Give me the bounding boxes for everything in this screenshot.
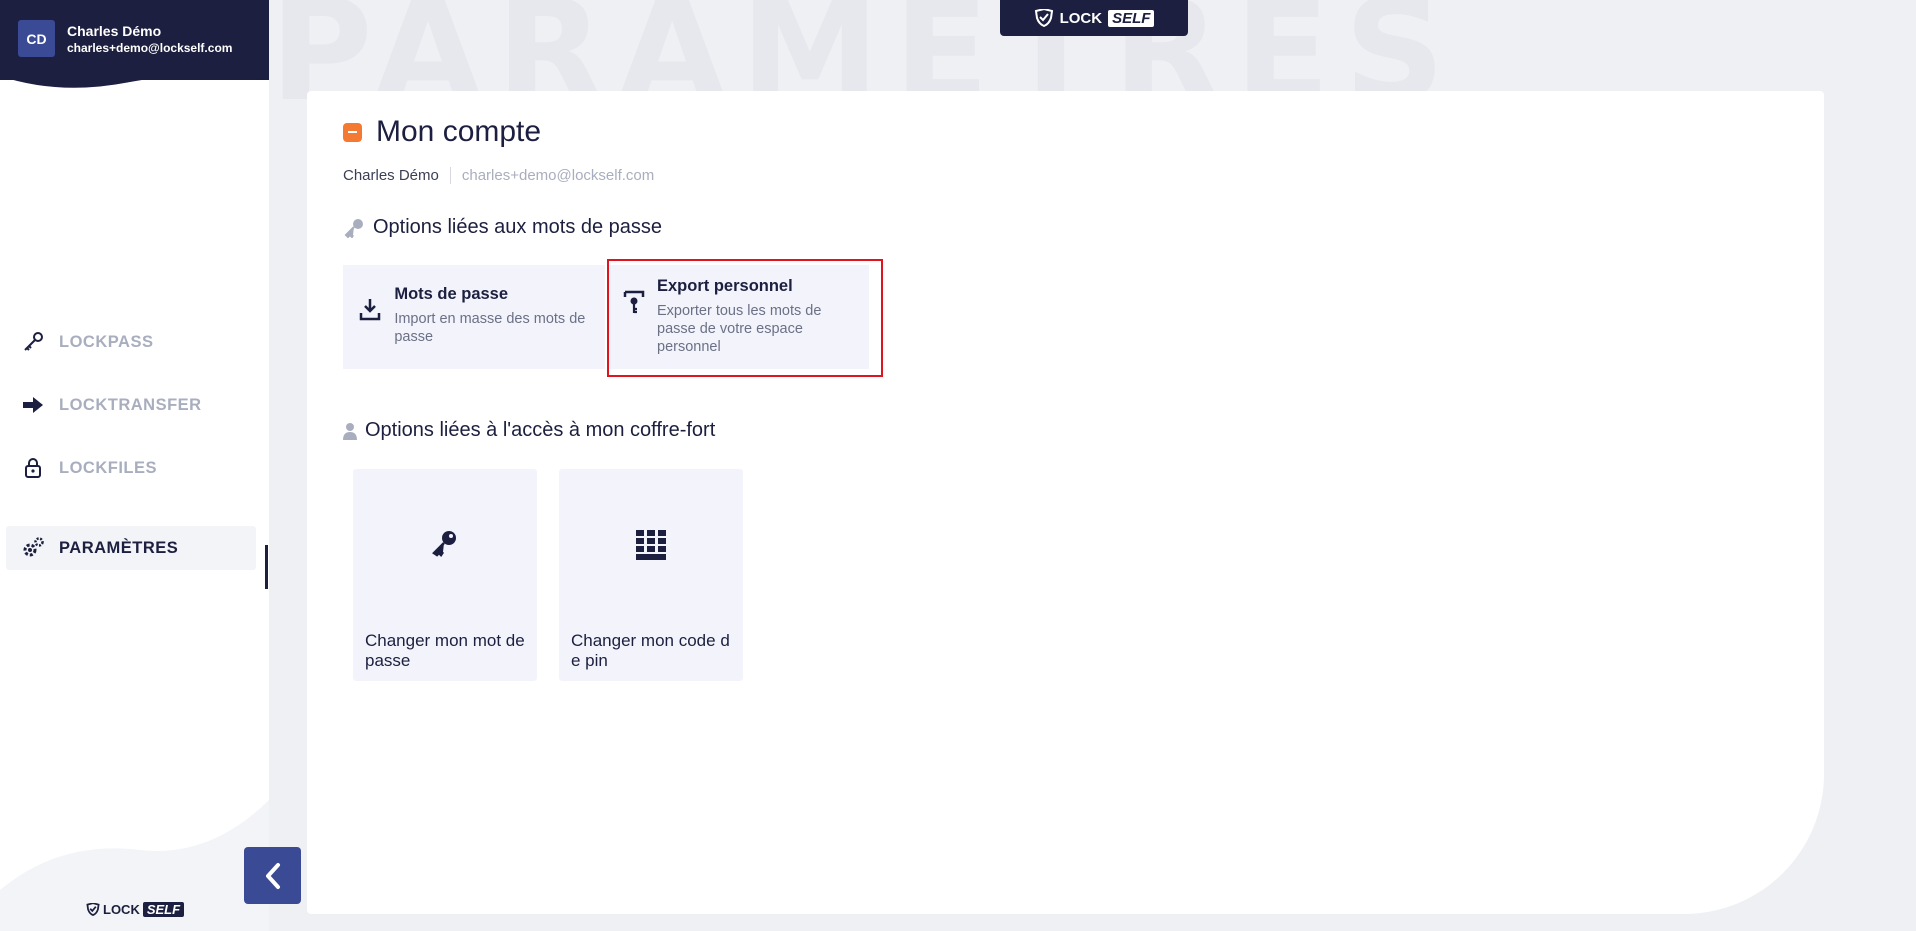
sidebar-header-wave — [0, 60, 269, 88]
user-icon — [343, 422, 357, 440]
tile-label: Changer mon code de pin — [571, 631, 730, 670]
card-description: Exporter tous les mots de passe de votre… — [657, 303, 822, 355]
avatar: CD — [18, 20, 55, 57]
account-user-name: Charles Démo — [343, 167, 451, 184]
minus-badge-icon — [343, 122, 362, 142]
tile-label: Changer mon mot de passe — [365, 631, 525, 670]
account-user-line: Charles Démo charles+demo@lockself.com — [343, 167, 654, 184]
main-card: Mon compte Charles Démo charles+demo@loc… — [307, 91, 1824, 914]
logo-lock-text: LOCK — [103, 902, 140, 917]
sidebar-item-label: LOCKPASS — [59, 332, 154, 351]
keypad-icon — [559, 529, 743, 561]
lockself-shield-icon — [86, 903, 100, 916]
gears-icon — [20, 535, 46, 561]
change-pin-tile[interactable]: Changer mon code de pin — [559, 469, 743, 681]
logo-lock-text: LOCK — [1059, 9, 1103, 27]
page-title-text: Mon compte — [376, 115, 542, 148]
section-title-text: Options liées à l'accès à mon coffre-for… — [365, 419, 716, 441]
active-nav-indicator — [265, 545, 268, 589]
sidebar-item-locktransfer[interactable]: LOCKTRANSFER — [0, 383, 269, 427]
arrow-right-icon — [20, 392, 46, 418]
card-title: Mots de passe — [394, 285, 509, 303]
section-title-passwords: Options liées aux mots de passe — [343, 216, 662, 239]
sidebar-item-label: PARAMÈTRES — [59, 538, 179, 557]
change-password-tile[interactable]: Changer mon mot de passe — [353, 469, 537, 681]
import-passwords-card[interactable]: Mots de passe Import en masse des mots d… — [343, 265, 605, 369]
sidebar-item-lockpass[interactable]: LOCKPASS — [0, 320, 269, 364]
key-icon — [353, 529, 537, 557]
sidebar-item-parametres[interactable]: PARAMÈTRES — [6, 526, 256, 570]
top-logo: LOCK SELF — [1000, 0, 1188, 36]
page-title: Mon compte — [343, 115, 541, 149]
card-description: Import en masse des mots de passe — [394, 311, 586, 345]
sidebar-item-label: LOCKTRANSFER — [59, 395, 202, 414]
chevron-left-icon — [265, 862, 280, 889]
user-profile[interactable]: CD Charles Démo charles+demo@lockself.co… — [18, 20, 232, 57]
sidebar-logo: LOCK SELF — [86, 902, 185, 917]
account-user-email: charles+demo@lockself.com — [461, 167, 655, 184]
user-name: Charles Démo — [67, 22, 162, 39]
import-icon — [359, 285, 382, 349]
key-icon — [344, 218, 363, 238]
lock-icon — [20, 455, 46, 481]
sidebar: CD Charles Démo charles+demo@lockself.co… — [0, 0, 269, 931]
key-icon — [20, 329, 46, 355]
logo-self-text: SELF — [142, 902, 185, 917]
section-title-text: Options liées aux mots de passe — [373, 216, 663, 238]
collapse-sidebar-button[interactable] — [244, 847, 301, 904]
sidebar-nav: LOCKPASS LOCKTRANSFER LOCKFILES PARAMÈTR… — [0, 320, 269, 589]
lockself-shield-icon — [1034, 9, 1053, 27]
logo-self-text: SELF — [1108, 9, 1155, 27]
user-email: charles+demo@lockself.com — [67, 40, 233, 55]
sidebar-item-lockfiles[interactable]: LOCKFILES — [0, 446, 269, 490]
export-personal-card[interactable]: Export personnel Exporter tous les mots … — [607, 265, 869, 369]
sidebar-item-label: LOCKFILES — [59, 458, 157, 477]
export-key-icon — [623, 277, 645, 349]
card-title: Export personnel — [657, 277, 793, 295]
section-title-access: Options liées à l'accès à mon coffre-for… — [343, 419, 715, 442]
